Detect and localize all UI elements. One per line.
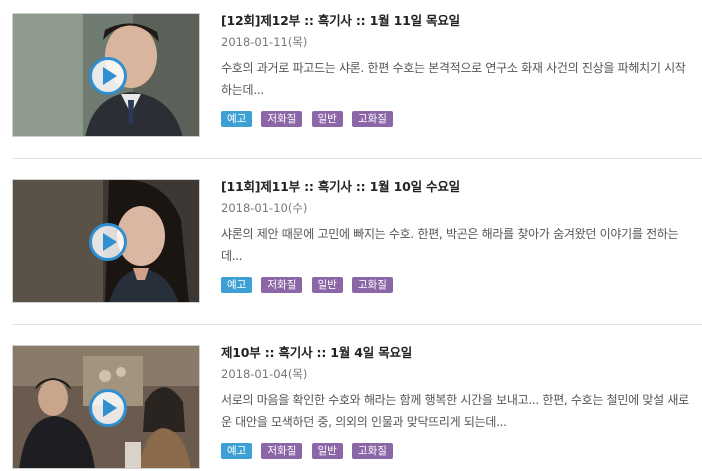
play-icon[interactable]	[89, 57, 127, 95]
tag-preview[interactable]: 예고	[221, 277, 253, 293]
episode-title[interactable]: [11회]제11부 :: 흑기사 :: 1월 10일 수요일	[221, 179, 691, 195]
tag-low-quality[interactable]: 저화질	[261, 111, 303, 127]
episode-description: 수호의 과거로 파고드는 샤론. 한편 수호는 본격적으로 연구소 화재 사건의…	[221, 61, 686, 97]
play-icon[interactable]	[89, 223, 127, 261]
episode-tags: 예고 저화질 일반 고화질	[221, 443, 691, 460]
tag-low-quality[interactable]: 저화질	[261, 443, 303, 459]
tag-normal-quality[interactable]: 일반	[311, 111, 343, 127]
tag-high-quality[interactable]: 고화질	[351, 277, 393, 293]
tag-high-quality[interactable]: 고화질	[351, 111, 393, 127]
episode-thumbnail[interactable]	[12, 345, 200, 469]
divider	[12, 158, 702, 159]
play-icon[interactable]	[89, 389, 127, 427]
episode-thumbnail[interactable]	[12, 13, 200, 137]
episode-description: 샤론의 제안 때문에 고민에 빠지는 수호. 한편, 박곤은 해라를 찾아가 숨…	[221, 227, 679, 263]
episode-info: [12회]제12부 :: 흑기사 :: 1월 11일 목요일 2018-01-1…	[221, 13, 691, 128]
episode-title[interactable]: 제10부 :: 흑기사 :: 1월 4일 목요일	[221, 345, 691, 361]
divider	[12, 324, 702, 325]
episode-date: 2018-01-04(목)	[221, 367, 308, 381]
episode-date: 2018-01-11(목)	[221, 35, 308, 49]
episode-list: [12회]제12부 :: 흑기사 :: 1월 11일 목요일 2018-01-1…	[0, 0, 702, 471]
episode-tags: 예고 저화질 일반 고화질	[221, 111, 691, 128]
episode-info: [11회]제11부 :: 흑기사 :: 1월 10일 수요일 2018-01-1…	[221, 179, 691, 294]
tag-normal-quality[interactable]: 일반	[311, 443, 343, 459]
tag-high-quality[interactable]: 고화질	[351, 443, 393, 459]
tag-preview[interactable]: 예고	[221, 443, 253, 459]
tag-preview[interactable]: 예고	[221, 111, 253, 127]
episode-tags: 예고 저화질 일반 고화질	[221, 277, 691, 294]
tag-normal-quality[interactable]: 일반	[311, 277, 343, 293]
episode-title[interactable]: [12회]제12부 :: 흑기사 :: 1월 11일 목요일	[221, 13, 691, 29]
episode-date: 2018-01-10(수)	[221, 201, 308, 215]
episode-description: 서로의 마음을 확인한 수호와 해라는 함께 행복한 시간을 보내고... 한편…	[221, 393, 689, 429]
episode-thumbnail[interactable]	[12, 179, 200, 303]
episode-info: 제10부 :: 흑기사 :: 1월 4일 목요일 2018-01-04(목) 서…	[221, 345, 691, 460]
tag-low-quality[interactable]: 저화질	[261, 277, 303, 293]
